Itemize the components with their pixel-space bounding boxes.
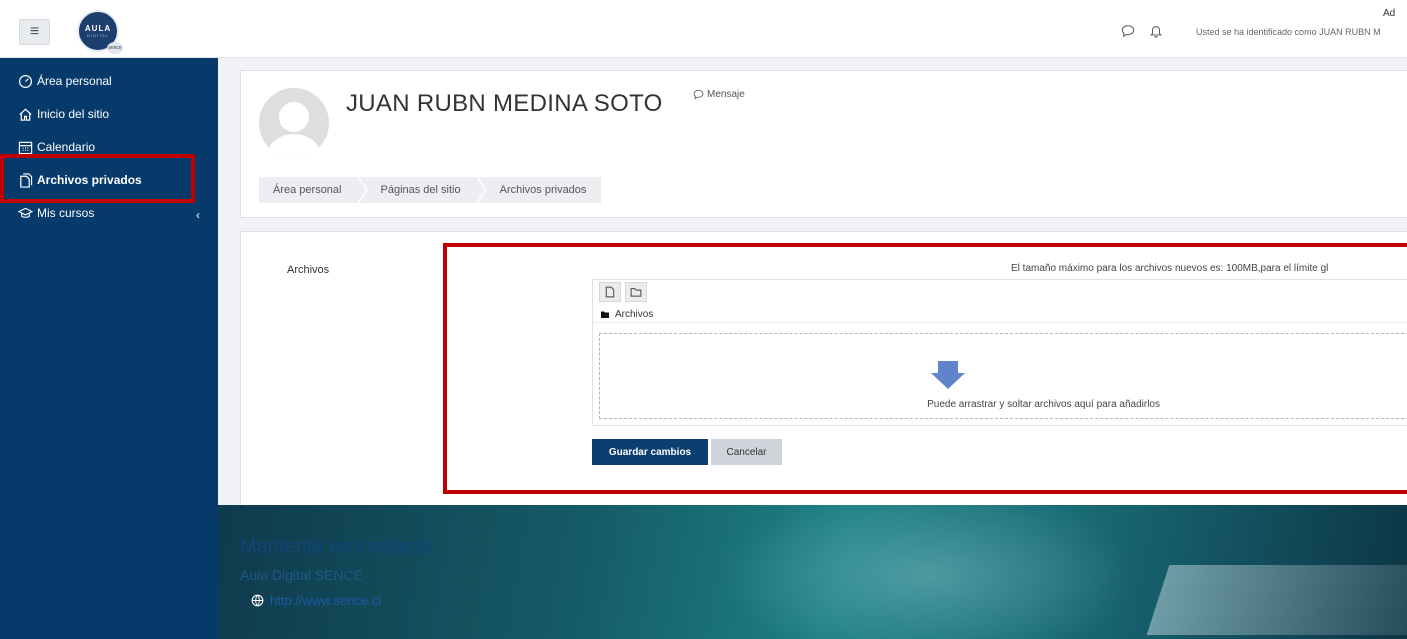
- footer-title: Mantente en contacto: [240, 536, 433, 558]
- calendar-icon: [18, 141, 33, 154]
- dashboard-icon: [18, 74, 33, 88]
- globe-icon: [251, 594, 264, 607]
- files-field-label: Archivos: [287, 264, 330, 276]
- page-header-card: JUAN RUBN MEDINA SOTO Mensaje Área perso…: [240, 70, 1407, 218]
- page-title: JUAN RUBN MEDINA SOTO: [346, 90, 663, 117]
- sidebar-item-label: Mis cursos: [37, 206, 95, 220]
- message-label: Mensaje: [707, 89, 745, 100]
- message-icon: [693, 89, 704, 100]
- logo-text: AULA: [84, 24, 112, 33]
- sidebar-item-area-personal[interactable]: Área personal: [18, 71, 112, 91]
- highlight-box-main: [443, 243, 1407, 494]
- sidebar-item-label: Inicio del sitio: [37, 107, 110, 121]
- breadcrumb-item[interactable]: Área personal: [259, 177, 367, 203]
- logged-in-text: Usted se ha identificado como JUAN RUBN …: [1196, 27, 1381, 37]
- footer-link[interactable]: http://www.sence.cl: [251, 593, 381, 608]
- avatar-body: [268, 134, 320, 158]
- message-icon[interactable]: [1121, 24, 1135, 38]
- sidebar-item-label: Calendario: [37, 140, 96, 154]
- highlight-box-sidebar: [0, 154, 195, 203]
- avatar[interactable]: [259, 88, 329, 158]
- breadcrumb-item[interactable]: Páginas del sitio: [358, 177, 487, 203]
- sidebar-item-inicio[interactable]: Inicio del sitio: [18, 104, 109, 124]
- bell-icon[interactable]: [1149, 24, 1163, 38]
- site-logo[interactable]: AULA DIGITAL sence: [77, 10, 123, 54]
- footer: Mantente en contacto Aula Digital SENCE …: [218, 505, 1407, 639]
- sidebar: Área personal Inicio del sitio Calendari…: [0, 58, 218, 639]
- logo-subtext: DIGITAL: [86, 33, 110, 38]
- sidebar-item-mis-cursos[interactable]: Mis cursos: [18, 203, 94, 223]
- home-icon: [19, 108, 32, 121]
- footer-link-text: http://www.sence.cl: [270, 593, 382, 608]
- footer-background-glow: [718, 505, 1138, 639]
- footer-background-keyboard: [1146, 565, 1407, 635]
- footer-subtitle: Aula Digital SENCE: [240, 567, 363, 583]
- top-icons: [1121, 24, 1163, 38]
- breadcrumb-item[interactable]: Archivos privados: [477, 177, 602, 203]
- sidebar-item-label: Área personal: [37, 74, 112, 88]
- breadcrumb: Área personal Páginas del sitio Archivos…: [259, 177, 603, 203]
- avatar-head: [279, 102, 309, 132]
- user-name-short[interactable]: Ad: [1383, 8, 1395, 19]
- graduation-cap-icon: [18, 207, 33, 218]
- logo-badge: sence: [107, 42, 123, 54]
- top-navbar: ≡ AULA DIGITAL sence Usted se ha identif…: [0, 0, 1407, 58]
- hamburger-icon[interactable]: ≡: [19, 19, 50, 45]
- chevron-left-icon[interactable]: ‹: [196, 208, 200, 222]
- message-link[interactable]: Mensaje: [693, 89, 745, 100]
